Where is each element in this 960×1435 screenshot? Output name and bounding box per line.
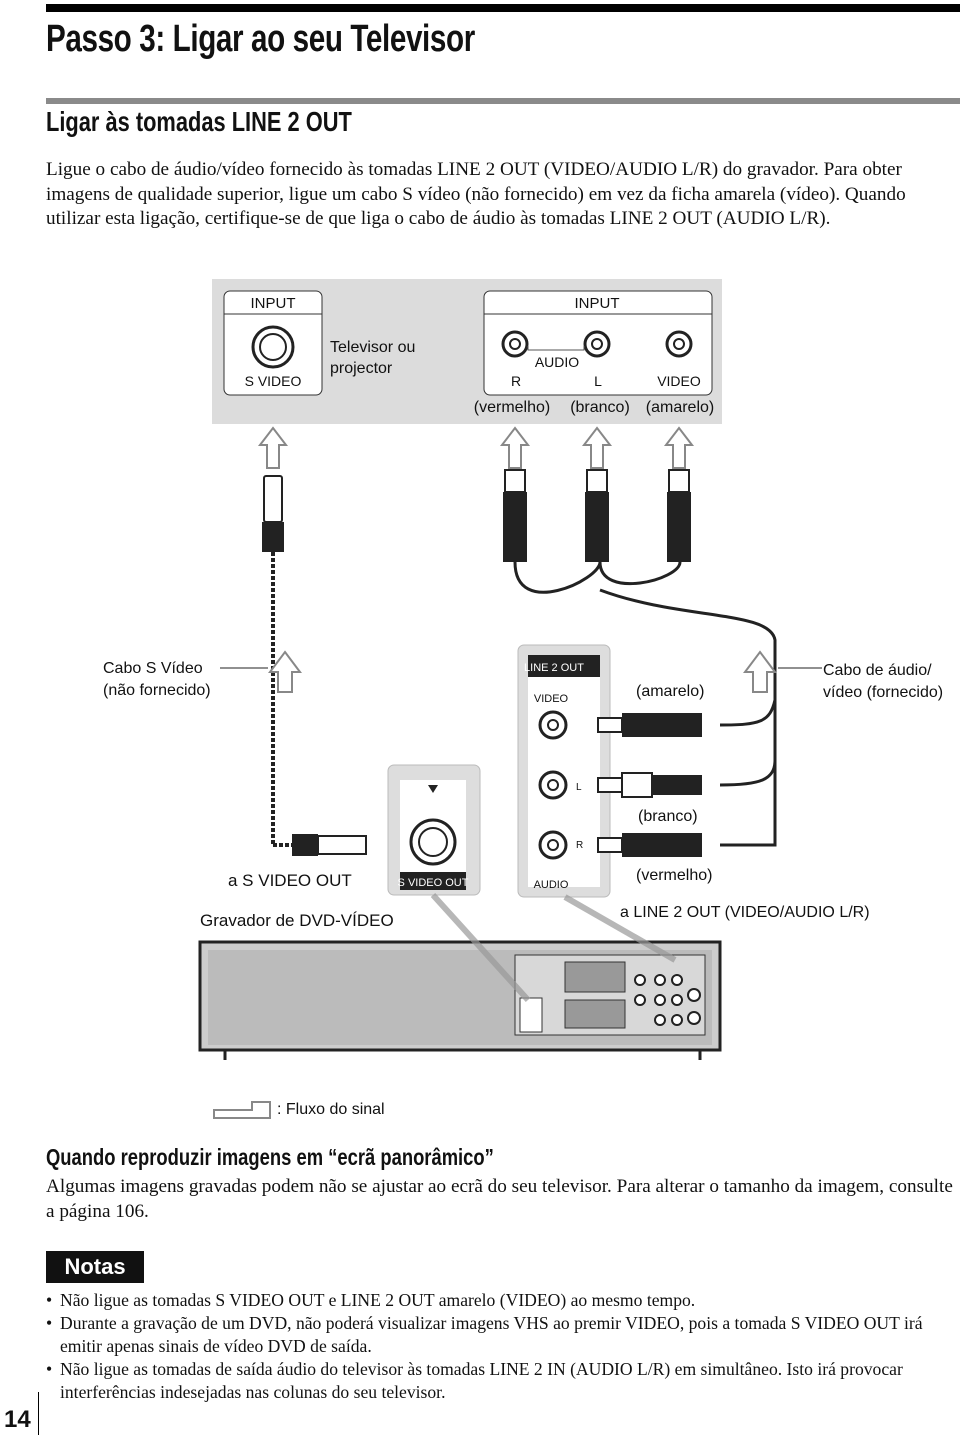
notes-label: Notas	[46, 1251, 144, 1283]
diagram-label: a S VIDEO OUT	[228, 871, 352, 890]
diagram-label: Televisor ou	[330, 339, 415, 356]
diagram-label: : Fluxo do sinal	[277, 1101, 385, 1118]
diagram-label: (branco)	[570, 399, 630, 416]
diagram-label: LINE 2 OUT	[524, 662, 584, 674]
diagram-label: Cabo S Vídeo	[103, 660, 203, 677]
diagram-label: a LINE 2 OUT (VIDEO/AUDIO L/R)	[620, 904, 870, 921]
diagram-label: S VIDEO OUT	[398, 877, 469, 889]
diagram-label: (não fornecido)	[103, 682, 211, 699]
diagram-label: VIDEO	[534, 693, 569, 705]
diagram-label: R	[511, 373, 521, 389]
signal-arrow-icon	[743, 650, 777, 693]
diagram-label: INPUT	[575, 295, 620, 312]
rca-jack-icon	[665, 330, 693, 358]
diagram-label: (amarelo)	[646, 399, 714, 416]
page-number: 14	[4, 1406, 31, 1433]
rca-plug-icon	[503, 469, 691, 562]
dvd-recorder-rear-image	[198, 940, 722, 1060]
rca-jack-icon	[538, 830, 568, 860]
page-number-rule	[38, 1392, 39, 1435]
diagram-label: (branco)	[638, 808, 698, 825]
signal-flow-legend-icon	[213, 1101, 271, 1119]
diagram-label: S VIDEO	[245, 373, 302, 389]
rca-jack-icon	[538, 770, 568, 800]
diagram-label: (amarelo)	[636, 683, 704, 700]
diagram-label: vídeo (fornecido)	[823, 684, 943, 701]
rca-jack-icon	[501, 330, 529, 358]
list-item: Não ligue as tomadas S VIDEO OUT e LINE …	[46, 1289, 946, 1312]
diagram-label: INPUT	[251, 295, 296, 312]
s-video-jack-icon	[251, 325, 295, 369]
widescreen-heading: Quando reproduzir imagens em “ecrã panor…	[46, 1144, 494, 1170]
diagram-label: Cabo de áudio/	[823, 662, 932, 679]
rca-plug-icon	[597, 713, 702, 857]
diagram-label: L	[576, 782, 582, 793]
diagram-label: projector	[330, 360, 393, 377]
diagram-label: (vermelho)	[474, 399, 550, 416]
rca-jack-icon	[583, 330, 611, 358]
diagram-label: VIDEO	[657, 373, 701, 389]
notes-list: Não ligue as tomadas S VIDEO OUT e LINE …	[46, 1289, 946, 1404]
diagram-label: Gravador de DVD-VÍDEO	[200, 911, 394, 930]
list-item: Não ligue as tomadas de saída áudio do t…	[46, 1358, 946, 1404]
diagram-label: AUDIO	[534, 879, 569, 891]
diagram-label: R	[576, 840, 583, 851]
diagram-label: AUDIO	[535, 354, 579, 370]
connection-diagram: INPUT INPUT S VIDEO Televisor ou project…	[103, 279, 943, 1119]
diagram-label: (vermelho)	[636, 867, 712, 884]
s-video-jack-icon	[409, 818, 457, 866]
widescreen-paragraph: Algumas imagens gravadas podem não se aj…	[46, 1176, 953, 1222]
diagram-label: L	[594, 373, 602, 389]
manual-page: Passo 3: Ligar ao seu Televisor Ligar às…	[0, 0, 960, 1435]
list-item: Durante a gravação de um DVD, não poderá…	[46, 1312, 946, 1358]
signal-arrow-icon	[257, 426, 695, 469]
rca-jack-icon	[538, 710, 568, 740]
